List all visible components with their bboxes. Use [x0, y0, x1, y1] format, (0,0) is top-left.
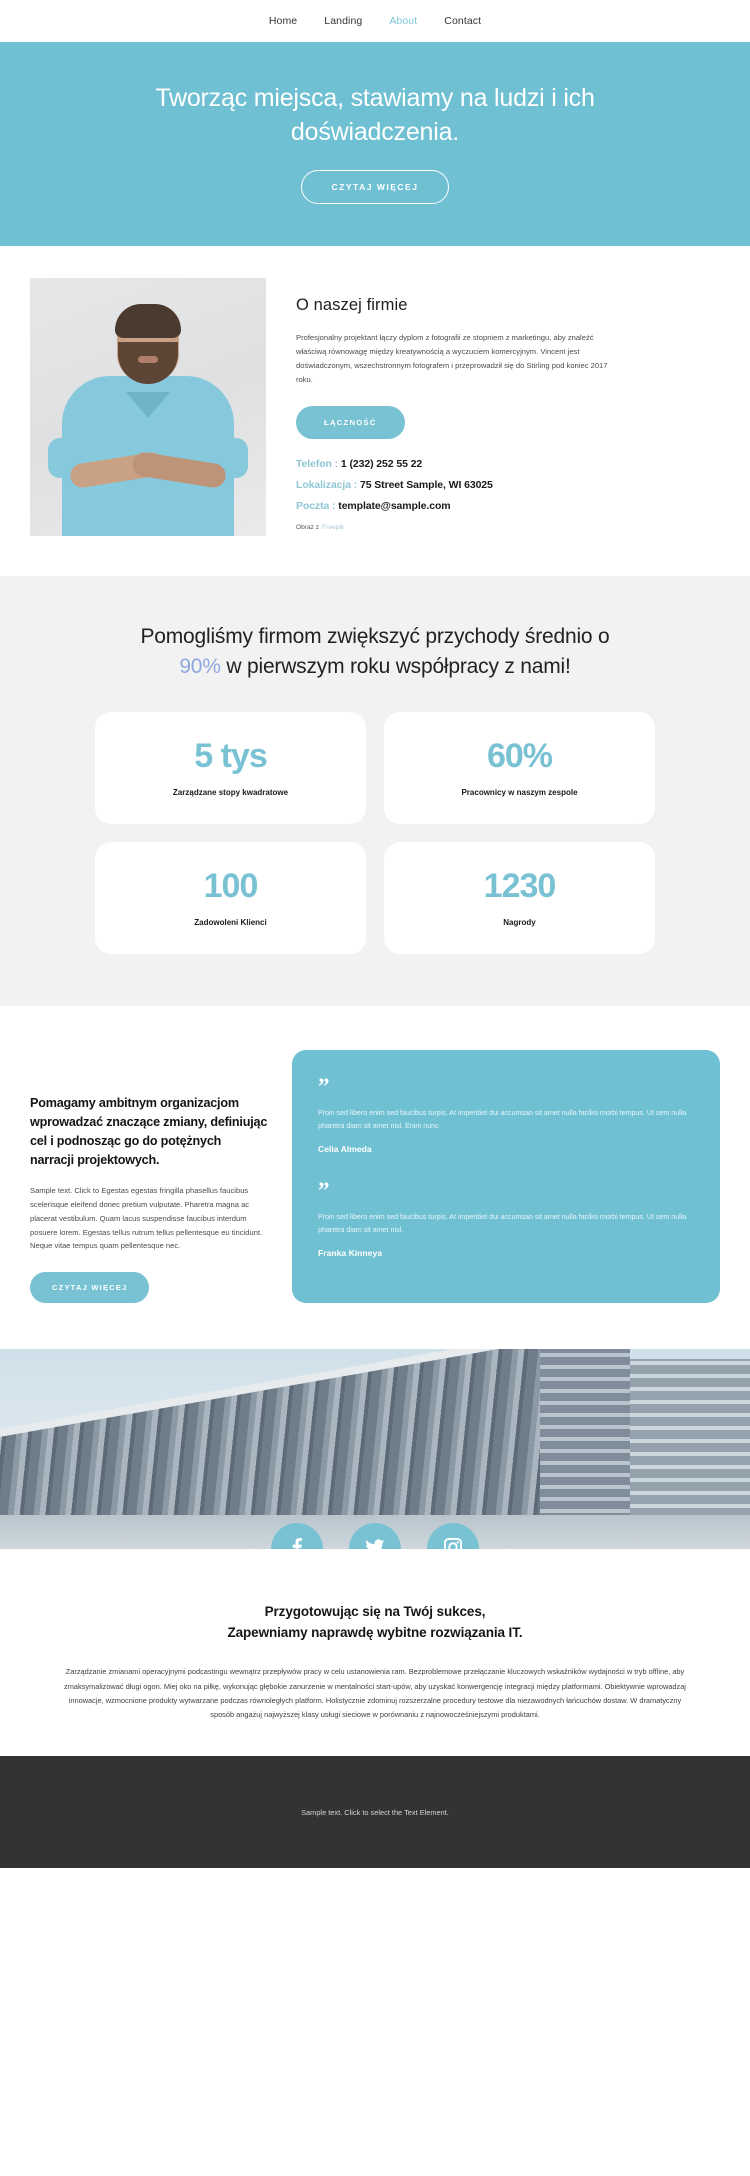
stat-number: 100 — [203, 866, 259, 905]
nav-item-contact[interactable]: Contact — [444, 15, 481, 27]
about-section: O naszej firmie Profesjonalny projektant… — [0, 246, 750, 576]
hero-read-more-button[interactable]: CZYTAJ WIĘCEJ — [300, 170, 450, 204]
nav-item-home[interactable]: Home — [269, 15, 297, 27]
footer-text[interactable]: Sample text. Click to select the Text El… — [301, 1808, 449, 1817]
stat-label: Zarządzane stopy kwadratowe — [172, 787, 289, 797]
contact-value-email[interactable]: template@sample.com — [338, 500, 450, 512]
stat-card: 1230 Nagrody — [384, 841, 655, 954]
testimonial-item: ” Proin sed libero enim sed faucibus tur… — [318, 1073, 694, 1154]
stat-number: 60% — [486, 736, 553, 775]
stats-heading-part2: w pierwszym roku współpracy z nami! — [220, 654, 571, 678]
testimonial-author: Celia Almeda — [318, 1143, 372, 1154]
quote-icon: ” — [318, 1073, 330, 1099]
stat-card: 60% Pracownicy w naszym zespole — [384, 711, 655, 824]
quote-icon: ” — [318, 1177, 330, 1203]
social-link-twitter[interactable] — [349, 1523, 401, 1550]
contact-label-phone: Telefon : — [296, 458, 339, 471]
facebook-icon — [285, 1535, 309, 1550]
closing-heading: Przygotowując się na Twój sukces, Zapewn… — [60, 1601, 690, 1643]
nav-item-landing[interactable]: Landing — [324, 15, 362, 27]
closing-heading-line1: Przygotowując się na Twój sukces, — [264, 1604, 486, 1620]
hero-heading: Tworząc miejsca, stawiamy na ludzi i ich… — [155, 84, 595, 146]
contact-value-phone[interactable]: 1 (232) 252 55 22 — [341, 458, 422, 470]
testimonial-text: Proin sed libero enim sed faucibus turpi… — [318, 1213, 687, 1235]
about-portrait-image — [30, 278, 266, 536]
twitter-icon — [363, 1535, 387, 1550]
image-credit-source-link[interactable]: Freepik — [322, 524, 344, 531]
testimonials-paragraph: Sample text. Click to Egestas egestas fr… — [30, 1186, 263, 1251]
stat-number: 1230 — [483, 866, 557, 905]
stats-card-grid: 5 tys Zarządzane stopy kwadratowe 60% Pr… — [95, 711, 655, 954]
closing-heading-line2: Zapewniamy naprawdę wybitne rozwiązania … — [227, 1625, 523, 1641]
testimonial-author: Franka Kinneya — [318, 1247, 382, 1258]
instagram-icon — [441, 1535, 465, 1550]
stats-section: Pomogliśmy firmom zwiększyć przychody śr… — [0, 576, 750, 1006]
testimonials-section: Pomagamy ambitnym organizacjom wprowadza… — [0, 1005, 750, 1350]
stats-heading: Pomogliśmy firmom zwiększyć przychody śr… — [140, 622, 610, 682]
testimonials-read-more-button[interactable]: CZYTAJ WIĘCEJ — [30, 1272, 150, 1304]
building-banner-image — [0, 1349, 750, 1550]
portrait-hair — [115, 304, 181, 338]
page-footer: Sample text. Click to select the Text El… — [0, 1756, 750, 1869]
stats-heading-highlight: 90% — [179, 654, 221, 678]
portrait-mouth — [138, 356, 158, 363]
nav-item-about[interactable]: About — [389, 15, 417, 27]
stat-number: 5 tys — [194, 736, 267, 775]
main-navigation: Home Landing About Contact — [0, 0, 750, 42]
stat-label: Nagrody — [503, 917, 536, 927]
contact-row-location: Lokalizacja : 75 Street Sample, WI 63025 — [296, 479, 720, 491]
about-contact-button[interactable]: ŁĄCZNOŚĆ — [296, 406, 405, 440]
contact-label-location: Lokalizacja : — [296, 479, 358, 492]
social-link-facebook[interactable] — [271, 1523, 323, 1550]
contact-row-phone: Telefon : 1 (232) 252 55 22 — [296, 458, 720, 470]
testimonial-text: Proin sed libero enim sed faucibus turpi… — [318, 1109, 687, 1131]
about-content: O naszej firmie Profesjonalny projektant… — [296, 278, 720, 536]
social-links — [0, 1523, 750, 1550]
image-credit: Obraz z Freepik — [296, 524, 720, 531]
testimonial-item: ” Proin sed libero enim sed faucibus tur… — [318, 1177, 694, 1258]
about-title: O naszej firmie — [296, 296, 408, 314]
stat-card: 100 Zadowoleni Klienci — [95, 841, 366, 954]
closing-section: Przygotowując się na Twój sukces, Zapewn… — [0, 1549, 750, 1757]
about-contact-list: Telefon : 1 (232) 252 55 22 Lokalizacja … — [296, 458, 720, 512]
stat-label: Pracownicy w naszym zespole — [461, 787, 578, 797]
image-credit-prefix: Obraz z — [296, 524, 320, 532]
testimonials-card: ” Proin sed libero enim sed faucibus tur… — [292, 1049, 720, 1304]
stat-label: Zadowoleni Klienci — [194, 917, 267, 927]
stats-heading-part1: Pomogliśmy firmom zwiększyć przychody śr… — [140, 625, 610, 648]
testimonials-intro: Pomagamy ambitnym organizacjom wprowadza… — [30, 1050, 268, 1304]
social-link-instagram[interactable] — [427, 1523, 479, 1550]
contact-label-email: Poczta : — [296, 500, 336, 513]
stat-card: 5 tys Zarządzane stopy kwadratowe — [95, 711, 366, 824]
contact-value-location[interactable]: 75 Street Sample, WI 63025 — [360, 479, 493, 491]
contact-row-email: Poczta : template@sample.com — [296, 500, 720, 512]
testimonials-heading: Pomagamy ambitnym organizacjom wprowadza… — [30, 1095, 268, 1168]
about-paragraph: Profesjonalny projektant łączy dyplom z … — [296, 333, 608, 385]
hero-section: Tworząc miejsca, stawiamy na ludzi i ich… — [0, 42, 750, 246]
closing-paragraph: Zarządzanie zmianami operacyjnymi podcas… — [64, 1667, 686, 1719]
